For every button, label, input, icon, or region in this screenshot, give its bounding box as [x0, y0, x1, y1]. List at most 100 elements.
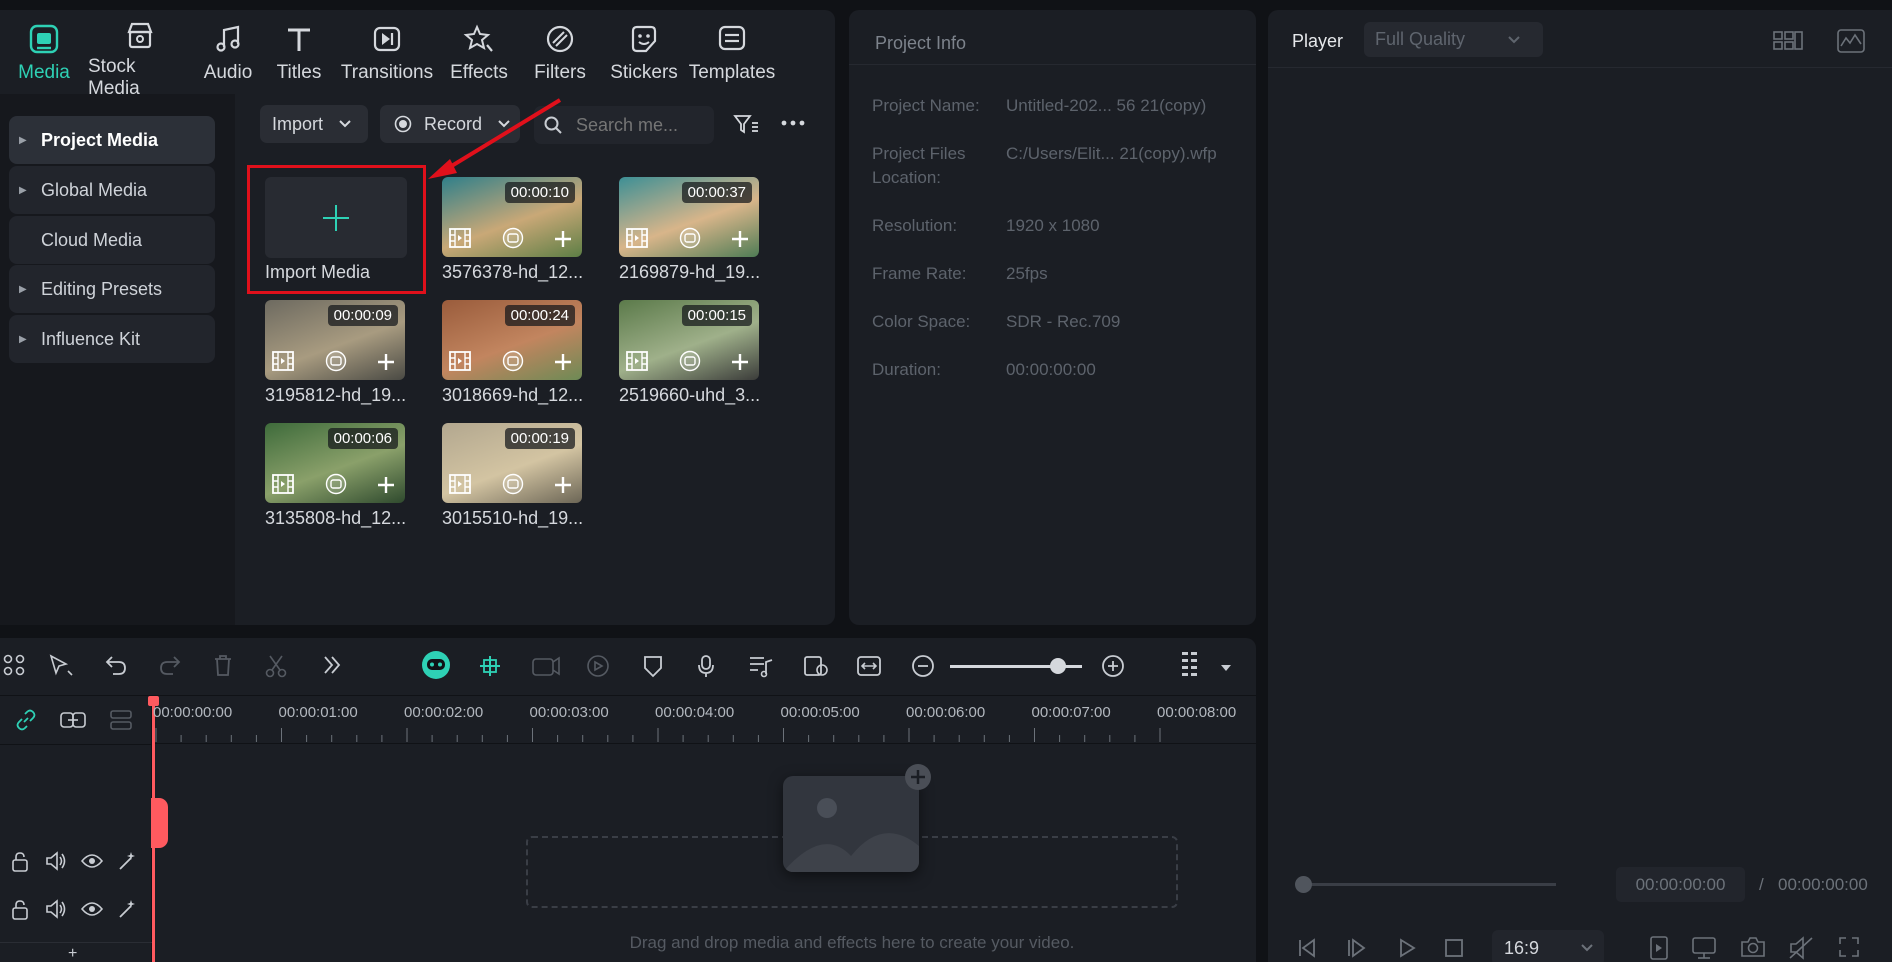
dropdown-triangle-icon[interactable]	[1220, 664, 1232, 672]
group-link-icon[interactable]	[59, 709, 87, 731]
sidebar-item-global-media[interactable]: ▶ Global Media	[9, 166, 215, 214]
auto-reframe-icon[interactable]	[585, 654, 611, 678]
undo-icon[interactable]	[104, 654, 128, 676]
sidebar-item-label: Editing Presets	[41, 278, 163, 299]
marker-shield-icon[interactable]	[642, 654, 664, 678]
ai-media-icon[interactable]	[499, 473, 527, 495]
progress-track[interactable]	[1304, 883, 1556, 886]
ai-media-icon[interactable]	[676, 227, 704, 249]
tab-titles[interactable]: Titles	[264, 10, 334, 94]
info-label: Frame Rate:	[872, 264, 967, 283]
media-thumbnail[interactable]: 00:00:19	[442, 423, 582, 503]
tab-effects[interactable]: Effects	[440, 10, 518, 94]
tab-audio[interactable]: Audio	[192, 10, 264, 94]
aspect-ratio-label: 16:9	[1504, 937, 1540, 958]
ai-media-icon[interactable]	[676, 350, 704, 372]
grid-layout-icon[interactable]	[1773, 30, 1803, 52]
filter-sort-icon[interactable]	[733, 113, 759, 135]
progress-handle[interactable]	[1295, 876, 1312, 893]
speaker-volume-icon[interactable]	[45, 899, 67, 919]
split-scissors-icon[interactable]	[265, 654, 287, 678]
track-height-grip-icon[interactable]	[1180, 650, 1200, 682]
current-time-field[interactable]: 00:00:00:00	[1616, 867, 1745, 902]
sidebar-item-cloud-media[interactable]: Cloud Media	[9, 216, 215, 264]
layout-grid-icon[interactable]	[3, 654, 25, 676]
add-to-timeline-icon[interactable]	[376, 352, 396, 372]
link-chain-icon[interactable]	[14, 708, 38, 732]
duration-badge: 00:00:06	[327, 428, 398, 449]
eye-visibility-icon[interactable]	[81, 853, 103, 869]
fit-width-icon[interactable]	[856, 654, 882, 678]
tab-stock-media[interactable]: Stock Media	[88, 10, 192, 99]
tab-transitions[interactable]: Transitions	[334, 10, 440, 94]
ai-clip-icon[interactable]	[531, 654, 561, 678]
fullscreen-icon[interactable]	[1838, 936, 1860, 958]
display-icon[interactable]	[1691, 936, 1719, 960]
media-thumbnail[interactable]: 00:00:24	[442, 300, 582, 380]
import-media-tile[interactable]	[265, 177, 407, 258]
track-manager-icon[interactable]	[109, 709, 133, 731]
import-dropdown[interactable]: Import	[260, 105, 368, 143]
sidebar-item-project-media[interactable]: ▶ Project Media	[9, 116, 215, 164]
redo-icon[interactable]	[158, 654, 182, 676]
tab-stickers[interactable]: Stickers	[602, 10, 686, 94]
templates-icon	[718, 25, 746, 51]
ai-media-icon[interactable]	[499, 350, 527, 372]
render-preview-icon[interactable]	[1648, 936, 1670, 960]
media-filename: 2519660-uhd_3...	[619, 385, 761, 405]
more-tools-chevron-icon[interactable]	[322, 654, 342, 676]
snap-magnet-icon[interactable]	[478, 654, 502, 678]
delete-trash-icon[interactable]	[213, 654, 233, 676]
prev-frame-icon[interactable]	[1296, 937, 1318, 959]
info-value: 1920 x 1080	[1006, 216, 1100, 235]
search-input[interactable]	[576, 114, 696, 136]
sidebar-item-editing-presets[interactable]: ▶ Editing Presets	[9, 265, 215, 313]
lock-track-icon[interactable]	[11, 852, 29, 872]
add-to-timeline-icon[interactable]	[376, 475, 396, 495]
volume-mute-icon[interactable]	[1788, 936, 1814, 960]
media-thumbnail[interactable]: 00:00:37	[619, 177, 759, 257]
audio-mixer-icon[interactable]	[748, 654, 774, 678]
add-to-timeline-icon[interactable]	[553, 475, 573, 495]
eye-visibility-icon[interactable]	[81, 901, 103, 917]
info-value: Untitled-202... 56 21(copy)	[1006, 96, 1207, 115]
ai-media-icon[interactable]	[499, 227, 527, 249]
media-thumbnail[interactable]: 00:00:09	[265, 300, 405, 380]
sidebar-item-influence-kit[interactable]: ▶ Influence Kit	[9, 315, 215, 363]
aspect-ratio-dropdown[interactable]: 16:9	[1492, 930, 1604, 962]
lock-track-icon[interactable]	[11, 900, 29, 920]
zoom-in-icon[interactable]	[1101, 654, 1125, 678]
snapshot-camera-icon[interactable]	[1740, 936, 1766, 958]
ai-media-icon[interactable]	[322, 473, 350, 495]
ai-assistant-icon[interactable]	[420, 650, 452, 680]
more-options-icon[interactable]	[781, 120, 805, 126]
tab-templates[interactable]: Templates	[686, 10, 778, 94]
magic-wand-icon[interactable]	[117, 850, 137, 872]
media-filename: 3015510-hd_19...	[442, 508, 584, 528]
stop-icon[interactable]	[1444, 938, 1464, 958]
magic-wand-icon[interactable]	[117, 898, 137, 920]
media-thumbnail[interactable]: 00:00:10	[442, 177, 582, 257]
waveform-monitor-icon[interactable]	[1837, 29, 1865, 53]
add-to-timeline-icon[interactable]	[730, 352, 750, 372]
play-icon[interactable]	[1396, 937, 1418, 959]
add-to-timeline-icon[interactable]	[553, 229, 573, 249]
tab-media[interactable]: Media	[0, 10, 88, 94]
ai-media-icon[interactable]	[322, 350, 350, 372]
playhead-marker-tab[interactable]	[151, 798, 168, 848]
add-track-button[interactable]: +	[68, 945, 77, 962]
record-icon	[394, 115, 412, 133]
zoom-out-icon[interactable]	[911, 654, 935, 678]
add-to-timeline-icon[interactable]	[553, 352, 573, 372]
media-thumbnail[interactable]: 00:00:06	[265, 423, 405, 503]
add-to-timeline-icon[interactable]	[730, 229, 750, 249]
media-thumbnail[interactable]: 00:00:15	[619, 300, 759, 380]
microphone-icon[interactable]	[696, 654, 716, 678]
next-frame-icon[interactable]	[1346, 937, 1368, 959]
info-label: Project Files Location:	[872, 144, 966, 187]
tab-filters[interactable]: Filters	[518, 10, 602, 94]
clip-preview-icon[interactable]	[803, 654, 829, 678]
speaker-volume-icon[interactable]	[45, 851, 67, 871]
select-pointer-icon[interactable]	[48, 654, 74, 678]
quality-dropdown[interactable]: Full Quality	[1364, 22, 1543, 57]
